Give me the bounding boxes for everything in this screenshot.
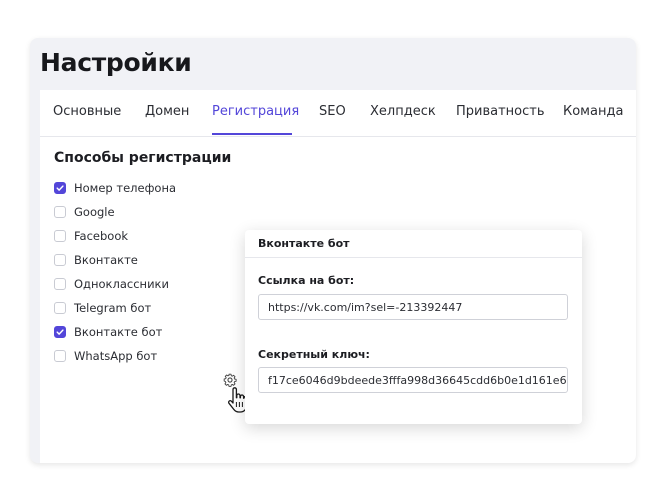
registration-option[interactable]: Вконтакте xyxy=(54,252,138,268)
popup-header: Вконтакте бот xyxy=(245,230,582,258)
checkbox[interactable] xyxy=(54,350,66,362)
registration-option[interactable]: Номер телефона xyxy=(54,180,176,196)
checkbox[interactable] xyxy=(54,230,66,242)
registration-option-label: Facebook xyxy=(74,229,129,243)
bot-link-label: Ссылка на бот: xyxy=(258,274,355,287)
secret-key-label: Секретный ключ: xyxy=(258,348,370,361)
checkbox[interactable] xyxy=(54,326,66,338)
registration-option-label: WhatsApp бот xyxy=(74,349,158,363)
tab-privacy[interactable]: Приватность xyxy=(456,104,545,119)
checkmark-icon xyxy=(56,185,64,191)
gear-icon[interactable] xyxy=(223,373,237,387)
popup-title: Вконтакте бот xyxy=(258,237,350,250)
registration-option[interactable]: Telegram бот xyxy=(54,300,151,316)
secret-key-input[interactable]: f17ce6046d9bdeede3fffa998d36645cdd6b0e1d… xyxy=(258,367,568,393)
active-tab-indicator xyxy=(212,133,292,135)
registration-option-label: Telegram бот xyxy=(74,301,152,315)
tab-bar: Основные Домен Регистрация SEO Хелпдеск … xyxy=(40,90,636,137)
tab-team[interactable]: Команда xyxy=(563,104,623,119)
bot-link-input[interactable]: https://vk.com/im?sel=-213392447 xyxy=(258,294,568,320)
tab-general[interactable]: Основные xyxy=(53,104,121,119)
checkmark-icon xyxy=(56,329,64,335)
tab-helpdesk[interactable]: Хелпдеск xyxy=(370,104,436,119)
vk-bot-popup: Вконтакте бот Ссылка на бот: https://vk.… xyxy=(245,230,582,424)
tab-domain[interactable]: Домен xyxy=(145,104,189,119)
registration-option-label: Вконтакте xyxy=(74,253,138,267)
registration-option[interactable]: WhatsApp бот xyxy=(54,348,157,364)
registration-option[interactable]: Вконтакте бот xyxy=(54,324,162,340)
checkbox[interactable] xyxy=(54,182,66,194)
page-title: Настройки xyxy=(40,48,192,77)
registration-option-label: Google xyxy=(74,205,115,219)
registration-methods-title: Способы регистрации xyxy=(54,150,232,166)
checkbox[interactable] xyxy=(54,206,66,218)
registration-option[interactable]: Google xyxy=(54,204,115,220)
registration-option-label: Одноклассники xyxy=(74,277,169,291)
tab-seo[interactable]: SEO xyxy=(319,104,346,119)
tab-registration[interactable]: Регистрация xyxy=(212,104,299,119)
registration-option[interactable]: Одноклассники xyxy=(54,276,169,292)
checkbox[interactable] xyxy=(54,254,66,266)
checkbox[interactable] xyxy=(54,278,66,290)
registration-option-label: Номер телефона xyxy=(74,181,177,195)
registration-option[interactable]: Facebook xyxy=(54,228,128,244)
checkbox[interactable] xyxy=(54,302,66,314)
registration-option-label: Вконтакте бот xyxy=(74,325,163,339)
